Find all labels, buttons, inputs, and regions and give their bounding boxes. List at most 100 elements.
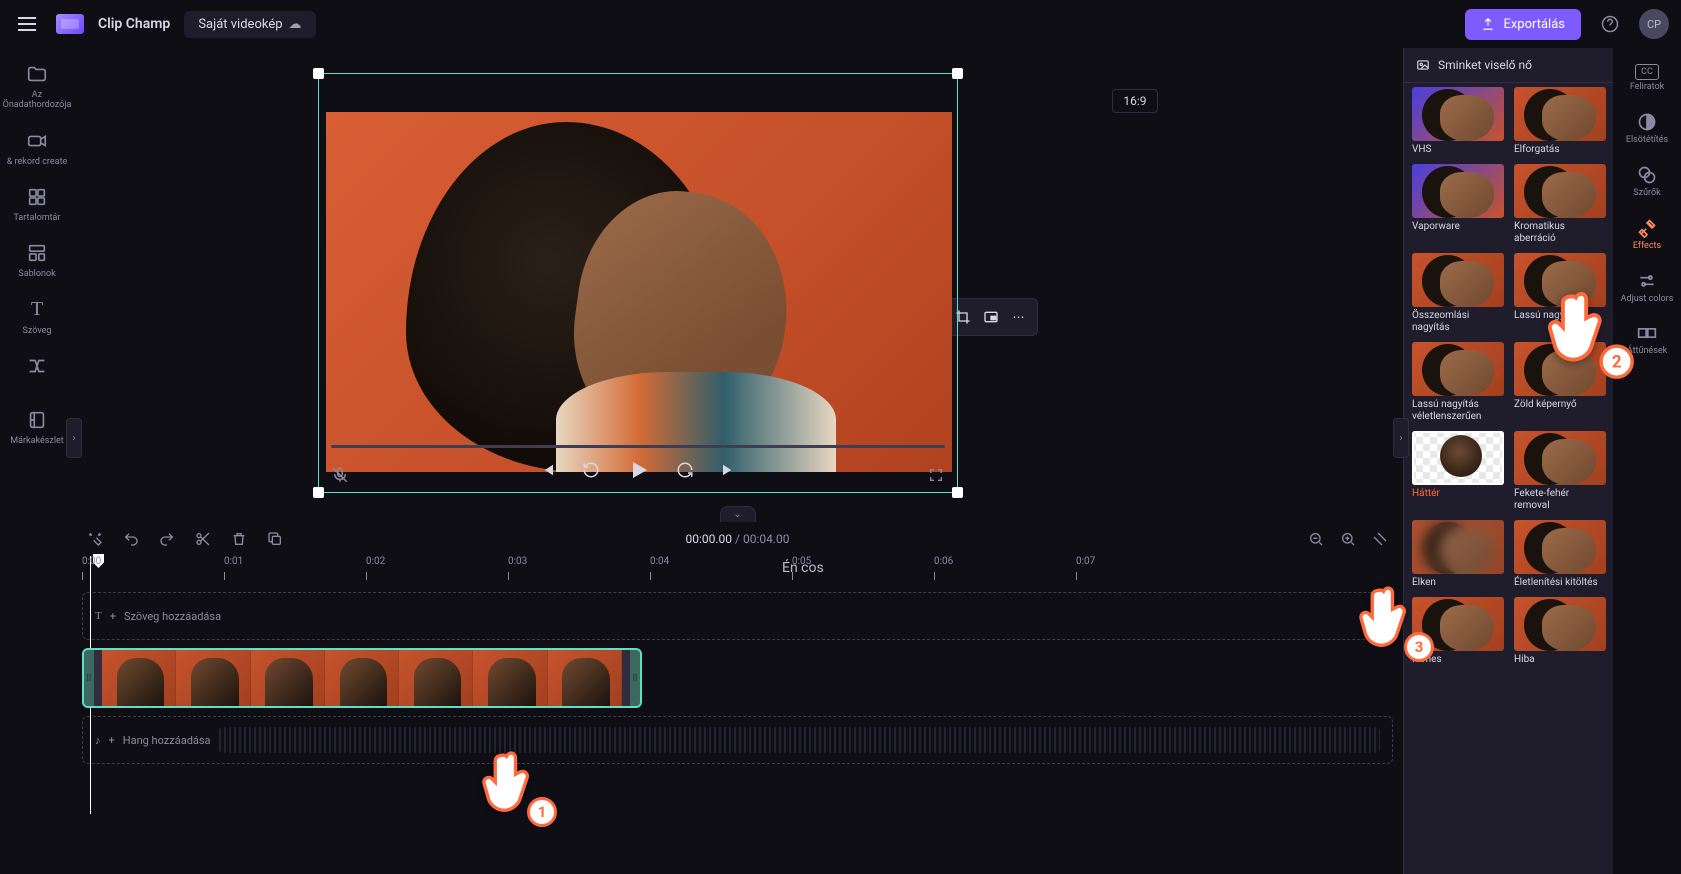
resize-handle[interactable] <box>313 68 324 79</box>
sidebar-transitions[interactable] <box>0 348 74 388</box>
clip-grip-right[interactable]: || <box>630 650 640 706</box>
sidebar-templates[interactable]: Sablonok <box>0 235 74 285</box>
timeline-tracks: T + Szöveg hozzáadása || || ♪ + Hang hoz… <box>74 584 1401 772</box>
timecode-display: 00:00.00 / 00:04.00 <box>686 532 790 546</box>
project-title-input[interactable]: Saját videokép ☁︎ <box>184 11 315 38</box>
effect-hiba[interactable]: Hiba <box>1514 597 1606 666</box>
effect-name: Életlenítési kitöltés <box>1514 577 1606 589</box>
prop-adjust-colors[interactable]: Adjust colors <box>1613 266 1681 309</box>
video-canvas[interactable] <box>326 112 952 472</box>
prop-fade[interactable]: Elsötétítés <box>1613 107 1681 150</box>
forward-button[interactable] <box>672 457 698 483</box>
sidebar-text[interactable]: T Szöveg <box>0 292 74 342</box>
ruler-tick: 0:06 <box>934 556 953 567</box>
effect--letlen-t-si-kit-lt-s[interactable]: Életlenítési kitöltés <box>1514 520 1606 589</box>
text-track[interactable]: T + Szöveg hozzáadása <box>82 592 1393 640</box>
fullscreen-button[interactable] <box>923 462 949 488</box>
selection-outline <box>318 73 958 493</box>
cloud-sync-icon: ☁︎ <box>289 17 302 32</box>
effect-filmes[interactable]: Filmes <box>1412 597 1504 666</box>
export-button[interactable]: Exportálás <box>1465 9 1581 40</box>
player-controls <box>534 454 742 486</box>
delete-button[interactable] <box>228 528 250 550</box>
resize-handle[interactable] <box>952 68 963 79</box>
zoom-fit-button[interactable] <box>1369 528 1391 550</box>
audio-detach-button[interactable] <box>327 462 353 488</box>
video-clip[interactable]: || || <box>82 648 642 708</box>
effect-name: Összeomlási nagyítás <box>1412 310 1504 334</box>
split-button[interactable] <box>192 528 214 550</box>
templates-icon <box>25 241 49 265</box>
resize-handle[interactable] <box>952 487 963 498</box>
timeline-collapse-toggle[interactable]: ⌄ <box>720 506 756 522</box>
panel-header: Sminket viselő nő <box>1404 48 1613 83</box>
left-sidebar: Az Önadathordozója & rekord create Tarta… <box>0 48 74 874</box>
plus-icon: + <box>109 734 115 747</box>
effect-lass-nagy-t-s[interactable]: Lassú nagyítás <box>1514 253 1606 334</box>
skip-end-button[interactable] <box>716 457 742 483</box>
sidebar-item-label: Tartalomtár <box>14 213 61 223</box>
plus-icon: + <box>110 610 116 623</box>
redo-button[interactable] <box>156 528 178 550</box>
rewind-button[interactable] <box>578 457 604 483</box>
effect-elforgat-s[interactable]: Elforgatás <box>1514 87 1606 156</box>
preview-selection[interactable]: 16:9 ⋯ <box>318 73 958 493</box>
help-button[interactable] <box>1595 9 1625 39</box>
effect-h-tt-r[interactable]: Háttér <box>1412 431 1504 512</box>
audio-track[interactable]: ♪ + Hang hozzáadása <box>82 716 1393 764</box>
ruler-tick: 0:00 <box>82 556 101 567</box>
sidebar-your-media[interactable]: Az Önadathordozója <box>0 56 74 117</box>
contrast-icon <box>1636 111 1658 133</box>
more-button[interactable]: ⋯ <box>1007 305 1031 329</box>
scrub-bar[interactable] <box>331 445 945 448</box>
prop-filters[interactable]: Szűrők <box>1613 160 1681 203</box>
skip-start-button[interactable] <box>534 457 560 483</box>
effect-thumb <box>1514 87 1606 141</box>
effect-thumb <box>1412 342 1504 396</box>
zoom-in-button[interactable] <box>1337 528 1359 550</box>
prop-captions[interactable]: CC Feliratok <box>1613 60 1681 97</box>
prop-transitions[interactable]: Áttűnések <box>1613 318 1681 361</box>
text-track-label: Szöveg hozzáadása <box>124 610 221 623</box>
effect-z-ld-k-perny-[interactable]: Zöld képernyő <box>1514 342 1606 423</box>
panel-collapse-toggle[interactable]: › <box>1393 418 1409 458</box>
captions-icon: CC <box>1635 64 1659 80</box>
ruler-tick: 0:03 <box>508 556 527 567</box>
effect-vhs[interactable]: VHS <box>1412 87 1504 156</box>
resize-handle[interactable] <box>313 487 324 498</box>
sidebar-record[interactable]: & rekord create <box>0 123 74 173</box>
play-button[interactable] <box>622 454 654 486</box>
effect-thumb <box>1412 253 1504 307</box>
duplicate-button[interactable] <box>264 528 286 550</box>
current-time: 00:00.00 <box>686 532 733 546</box>
ruler-tick: 0:01 <box>224 556 243 567</box>
aspect-ratio-button[interactable]: 16:9 <box>1112 89 1157 113</box>
prop-effects[interactable]: Effects <box>1613 213 1681 256</box>
prop-label: Effects <box>1633 242 1661 252</box>
sidebar-brand-kit[interactable]: Márkakészlet <box>0 402 74 452</box>
menu-button[interactable] <box>12 11 42 37</box>
effect-kromatikus-aberr-ci-[interactable]: Kromatikus aberráció <box>1514 164 1606 245</box>
effect-name: Kromatikus aberráció <box>1514 221 1606 245</box>
user-avatar[interactable]: CP <box>1639 9 1669 39</box>
effects-list[interactable]: VHS ElforgatásVaporware Kromatikus aberrác… <box>1404 83 1613 874</box>
magic-button[interactable] <box>84 528 106 550</box>
property-rail: CC Feliratok Elsötétítés Szűrők Effects … <box>1613 48 1681 874</box>
effect-fekete-feh-r-removal[interactable]: Fekete-fehér removal <box>1514 431 1606 512</box>
zoom-out-button[interactable] <box>1305 528 1327 550</box>
undo-button[interactable] <box>120 528 142 550</box>
effect-lass-nagy-t-s-v-letlenszer-en[interactable]: Lassú nagyítás véletlenszerűen <box>1412 342 1504 423</box>
effect-thumb <box>1412 520 1504 574</box>
effect-vaporware[interactable]: Vaporware <box>1412 164 1504 245</box>
effect-name: Háttér <box>1412 488 1504 500</box>
clip-grip-left[interactable]: || <box>84 650 94 706</box>
effect-name: Lassú nagyítás <box>1514 310 1606 322</box>
effect-elken[interactable]: Elken <box>1412 520 1504 589</box>
effect--sszeoml-si-nagy-t-s[interactable]: Összeomlási nagyítás <box>1412 253 1504 334</box>
effect-name: Hiba <box>1514 654 1606 666</box>
pip-button[interactable] <box>979 305 1003 329</box>
timeline-ruler[interactable]: Én cos 0:000:010:020:030:040:050:060:07 <box>82 556 1401 584</box>
effect-name: VHS <box>1412 144 1504 156</box>
sidebar-content-library[interactable]: Tartalomtár <box>0 179 74 229</box>
sidebar-item-label: Szöveg <box>23 326 52 336</box>
